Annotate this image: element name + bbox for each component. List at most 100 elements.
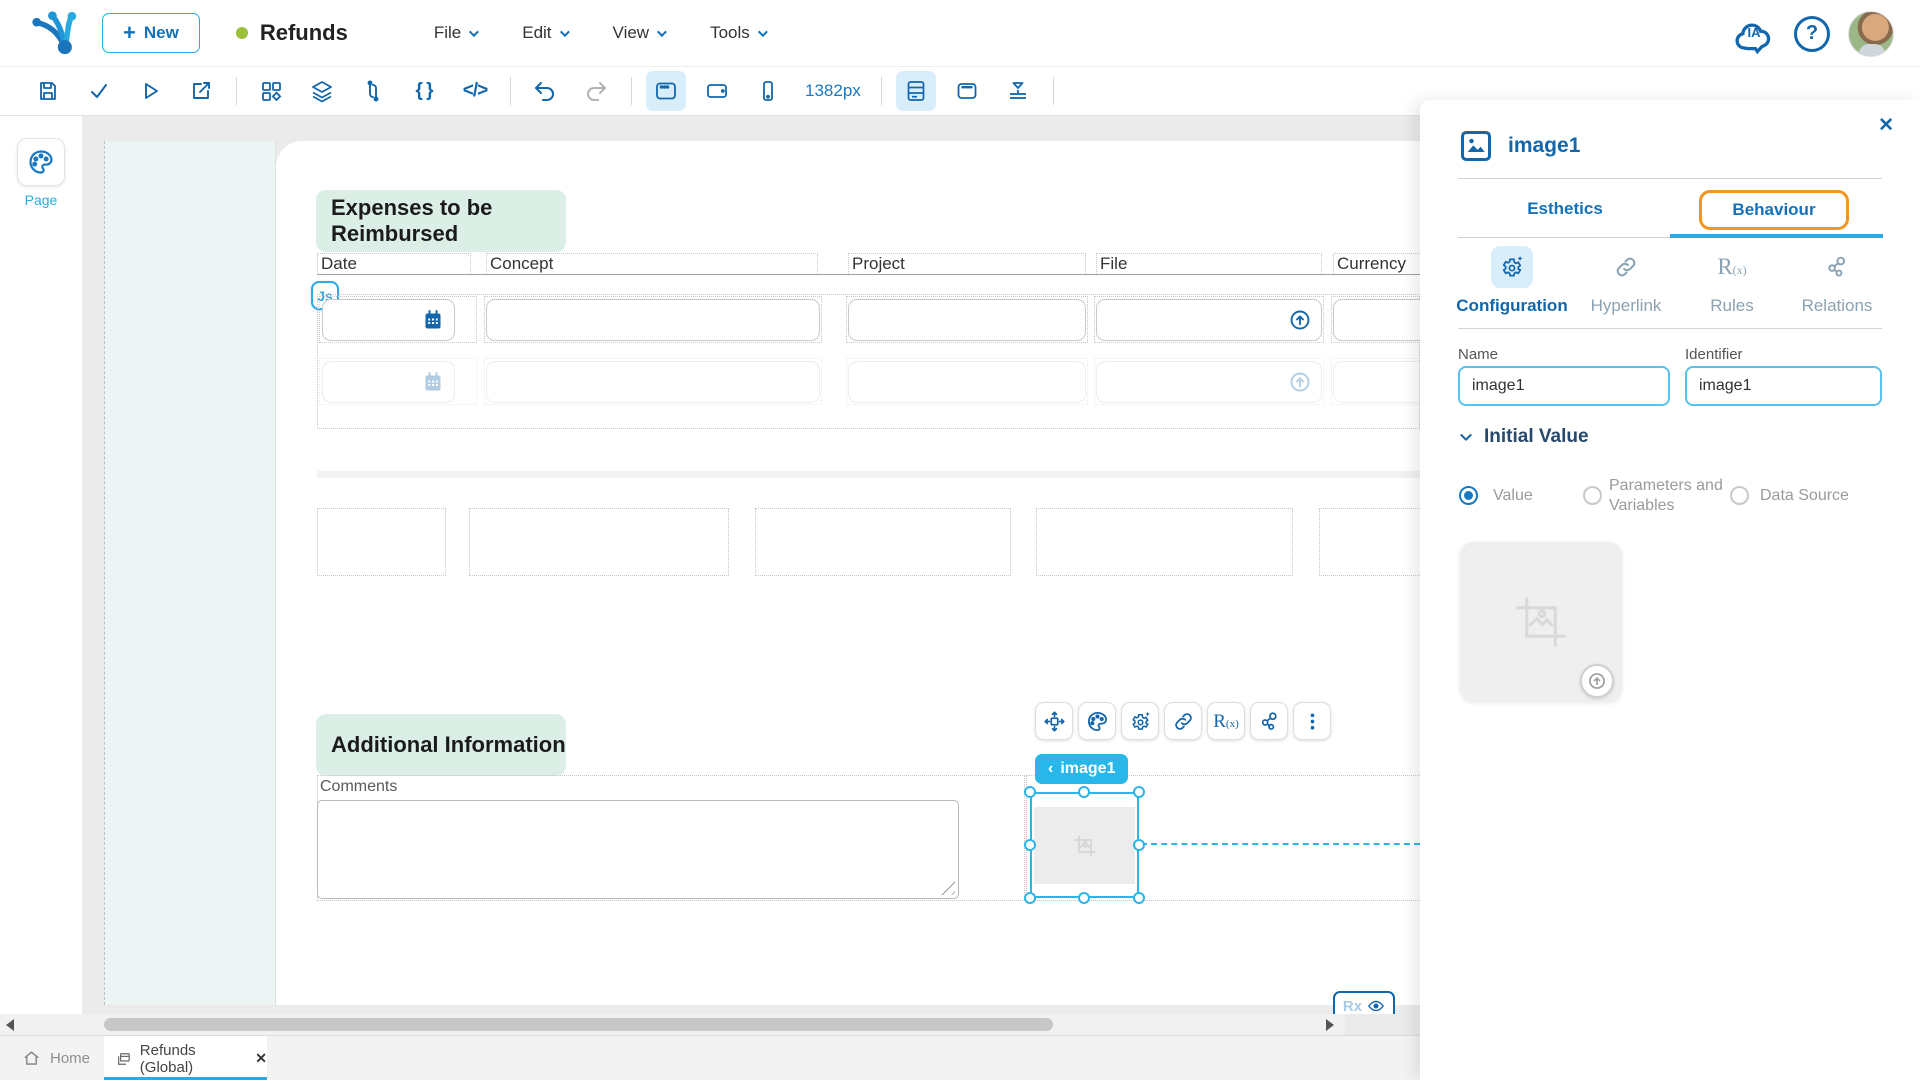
radio-datasource[interactable] — [1730, 486, 1749, 505]
ai-assistant-icon[interactable]: IA — [1732, 14, 1776, 54]
window-frame-button[interactable] — [947, 71, 987, 111]
menu-file-label: File — [434, 23, 461, 43]
app-logo-icon[interactable] — [28, 7, 80, 59]
refunds-global-tab[interactable]: Refunds (Global) ✕ — [104, 1036, 267, 1080]
column-header-file[interactable]: File — [1096, 253, 1322, 274]
menu-edit[interactable]: Edit — [522, 23, 566, 43]
tab-esthetics[interactable]: Esthetics — [1480, 199, 1650, 219]
calendar-icon[interactable] — [421, 308, 445, 332]
braces-button[interactable]: { } — [404, 71, 444, 111]
empty-layout-cell[interactable] — [317, 508, 446, 576]
home-tab[interactable]: Home — [22, 1036, 90, 1080]
image-element-placeholder[interactable] — [1034, 807, 1135, 884]
home-tab-label: Home — [50, 1050, 90, 1067]
date-field[interactable] — [322, 299, 455, 341]
column-header-project[interactable]: Project — [848, 253, 1086, 274]
column-header-currency[interactable]: Currency — [1333, 253, 1420, 274]
resize-handle-e[interactable] — [1133, 839, 1145, 851]
tab-close-icon[interactable]: ✕ — [255, 1050, 267, 1067]
panel-layout-button[interactable] — [896, 71, 936, 111]
tab-label: Refunds (Global) — [140, 1042, 239, 1076]
scroll-left-arrow[interactable] — [6, 1019, 14, 1031]
empty-layout-cell[interactable] — [755, 508, 1011, 576]
resize-handle-ne[interactable] — [1133, 786, 1145, 798]
comments-textarea[interactable] — [317, 800, 959, 899]
hyperlink-button[interactable] — [1164, 702, 1202, 740]
radio-datasource-label[interactable]: Data Source — [1760, 486, 1849, 506]
radio-parameters-label-2[interactable]: Variables — [1609, 496, 1675, 516]
resize-handle-se[interactable] — [1133, 892, 1145, 904]
identifier-input[interactable] — [1685, 366, 1882, 406]
subtab-relations[interactable]: Relations — [1777, 246, 1897, 316]
panel-close-icon[interactable]: ✕ — [1878, 114, 1894, 137]
resize-handle-w[interactable] — [1024, 839, 1036, 851]
design-canvas[interactable]: Expenses to be Reimbursed Date Concept P… — [82, 116, 1420, 1014]
date-field-template-row — [322, 361, 455, 403]
layers-button[interactable] — [302, 71, 342, 111]
configuration-button[interactable] — [1121, 702, 1159, 740]
scroll-right-arrow[interactable] — [1326, 1019, 1334, 1031]
scrollbar-thumb[interactable] — [104, 1018, 1053, 1031]
currency-field[interactable] — [1333, 299, 1420, 341]
empty-layout-cell[interactable] — [469, 508, 729, 576]
save-button[interactable] — [28, 71, 68, 111]
menu-tools[interactable]: Tools — [710, 23, 765, 43]
rules-visibility-badge[interactable]: Rx — [1333, 991, 1395, 1014]
concept-field[interactable] — [486, 299, 820, 341]
help-icon[interactable]: ? — [1794, 16, 1830, 52]
empty-layout-cell[interactable] — [1319, 508, 1420, 576]
page-style-button[interactable] — [17, 138, 65, 186]
column-header-concept[interactable]: Concept — [486, 253, 818, 274]
resize-handle-sw[interactable] — [1024, 892, 1036, 904]
export-button[interactable] — [181, 71, 221, 111]
move-button[interactable] — [1035, 702, 1073, 740]
horizontal-scrollbar[interactable] — [0, 1014, 1345, 1035]
tab-behaviour[interactable]: Behaviour — [1732, 200, 1815, 220]
connections-button[interactable] — [353, 71, 393, 111]
relations-button[interactable] — [1250, 702, 1288, 740]
radio-parameters-label-1[interactable]: Parameters and — [1609, 476, 1723, 496]
empty-layout-cell[interactable] — [1036, 508, 1293, 576]
subtab-label: Configuration — [1456, 296, 1567, 316]
selected-element-badge[interactable]: ‹ image1 — [1035, 754, 1128, 784]
name-input[interactable] — [1458, 366, 1670, 406]
subtab-configuration[interactable]: Configuration — [1452, 246, 1572, 316]
menu-file[interactable]: File — [434, 23, 476, 43]
project-field[interactable] — [848, 299, 1086, 341]
components-button[interactable] — [251, 71, 291, 111]
resize-handle-n[interactable] — [1078, 786, 1090, 798]
preview-run-button[interactable] — [130, 71, 170, 111]
panel-divider — [1458, 178, 1882, 179]
resize-handle-nw[interactable] — [1024, 786, 1036, 798]
radio-value-label[interactable]: Value — [1493, 486, 1533, 506]
section-heading-expenses[interactable]: Expenses to be Reimbursed — [316, 190, 566, 252]
upload-icon[interactable] — [1288, 308, 1312, 332]
radio-value[interactable] — [1459, 486, 1478, 505]
rules-button[interactable]: R(x) — [1207, 702, 1245, 740]
phone-view-button[interactable] — [748, 71, 788, 111]
subtab-rules[interactable]: R(x) Rules — [1672, 246, 1792, 316]
desktop-view-button[interactable] — [646, 71, 686, 111]
upload-icon — [1587, 671, 1607, 691]
undo-button[interactable] — [525, 71, 565, 111]
esthetics-button[interactable] — [1078, 702, 1116, 740]
subtab-hyperlink[interactable]: Hyperlink — [1566, 246, 1686, 316]
redo-button[interactable] — [576, 71, 616, 111]
file-field[interactable] — [1096, 299, 1322, 341]
more-options-button[interactable] — [1293, 702, 1331, 740]
validate-button[interactable] — [79, 71, 119, 111]
code-view-button[interactable]: </> — [455, 71, 495, 111]
align-distribute-button[interactable] — [998, 71, 1038, 111]
section-heading-additional[interactable]: Additional Information — [316, 714, 566, 776]
radio-parameters[interactable] — [1583, 486, 1602, 505]
upload-image-button[interactable] — [1580, 664, 1614, 698]
menu-view[interactable]: View — [613, 23, 665, 43]
column-header-date[interactable]: Date — [317, 253, 471, 274]
new-button[interactable]: + New — [102, 13, 200, 53]
resize-handle-s[interactable] — [1078, 892, 1090, 904]
initial-value-toggle[interactable]: Initial Value — [1458, 426, 1589, 448]
user-avatar[interactable] — [1848, 11, 1894, 57]
tablet-view-button[interactable] — [697, 71, 737, 111]
menu-tools-label: Tools — [710, 23, 750, 43]
viewport-width-value[interactable]: 1382px — [805, 81, 861, 101]
